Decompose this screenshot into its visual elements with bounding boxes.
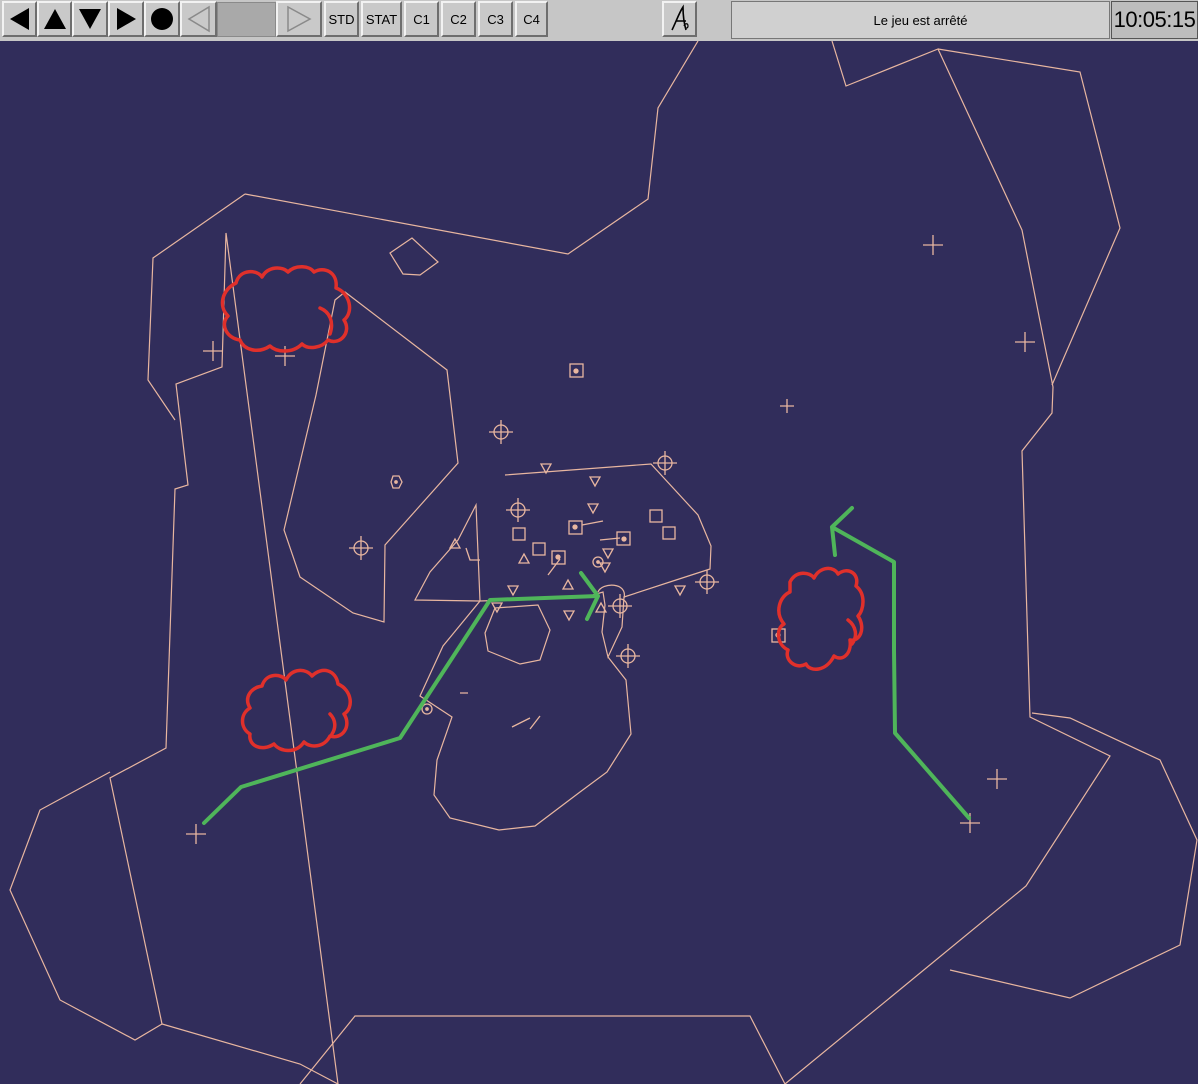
storm-cloud-east	[776, 566, 865, 671]
plus-marker	[923, 235, 943, 255]
inverted-triangle-marker	[586, 503, 600, 515]
south-sector	[299, 1015, 786, 1084]
square-marker	[512, 527, 526, 541]
record-button[interactable]	[144, 1, 180, 37]
crosshair-circle-marker	[489, 420, 513, 444]
crosshair-circle-marker	[695, 570, 719, 594]
clock: 10:05:15	[1111, 1, 1198, 39]
crosshair-circle-marker	[616, 644, 640, 668]
inverted-triangle-marker	[601, 548, 615, 560]
crosshair-circle-marker	[653, 451, 677, 475]
play-button[interactable]	[108, 1, 144, 37]
route-southwest	[202, 571, 600, 825]
c4-button[interactable]: C4	[515, 1, 548, 37]
triangle-marker	[561, 578, 575, 590]
triangle-right-icon	[117, 8, 136, 30]
std-button[interactable]: STD	[324, 1, 359, 37]
plus-marker	[960, 813, 980, 833]
radar-map[interactable]	[0, 41, 1198, 1084]
scroll-right-button[interactable]	[276, 1, 322, 37]
storm-cloud-northwest	[220, 265, 352, 353]
hexagon-marker	[390, 475, 403, 489]
inverted-triangle-marker	[562, 610, 576, 622]
plus-marker	[780, 399, 794, 413]
stat-button[interactable]: STAT	[361, 1, 402, 37]
rewind-button[interactable]	[2, 1, 37, 37]
font-tool-button[interactable]	[662, 1, 697, 37]
crosshair-circle-marker	[608, 594, 632, 618]
east-sector	[949, 712, 1198, 999]
square-marker	[532, 542, 546, 556]
record-circle-icon	[151, 8, 173, 30]
plus-marker	[186, 824, 206, 844]
restricted-zone	[484, 604, 551, 665]
script-letter-a-icon	[670, 4, 689, 31]
circle-dot-marker	[592, 556, 604, 568]
boxed-dot-marker	[569, 363, 584, 378]
inner-west-sector	[283, 291, 459, 623]
triangle-left-icon	[9, 8, 29, 30]
northwest-sector	[147, 193, 246, 421]
scroll-track[interactable]	[217, 2, 276, 37]
small-restricted-zone	[389, 237, 439, 276]
inverted-triangle-marker	[588, 476, 602, 488]
plus-marker	[1015, 332, 1035, 352]
crosshair-circle-marker	[349, 536, 373, 560]
scroll-left-button[interactable]	[180, 1, 217, 37]
c1-button[interactable]: C1	[404, 1, 439, 37]
c2-button[interactable]: C2	[441, 1, 476, 37]
outline-right-arrow-icon	[287, 5, 312, 33]
storm-cloud-west	[240, 668, 352, 753]
triangle-down-icon	[79, 9, 101, 29]
boxed-dot-marker	[568, 520, 583, 535]
crosshair-circle-marker	[506, 498, 530, 522]
planned-routes	[202, 506, 971, 825]
toolbar: STD STAT C1 C2 C3 C4 Le jeu est arrêté 1…	[0, 0, 1198, 41]
runway-marker	[460, 520, 621, 730]
west-sector	[9, 771, 163, 1041]
plus-marker	[203, 341, 223, 361]
inverted-triangle-marker	[506, 585, 520, 597]
slow-down-button[interactable]	[72, 1, 108, 37]
square-marker	[662, 526, 676, 540]
northeast-sector	[937, 48, 1121, 386]
plus-marker	[987, 769, 1007, 789]
triangle-up-icon	[43, 9, 66, 29]
navaids	[186, 235, 1035, 844]
square-marker	[649, 509, 663, 523]
game-status: Le jeu est arrêté	[731, 1, 1110, 39]
inverted-triangle-marker	[673, 585, 687, 597]
triangle-marker	[517, 552, 531, 564]
weather-cells	[220, 265, 865, 753]
outline-left-arrow-icon	[187, 5, 210, 33]
route-east	[830, 506, 971, 820]
inverted-triangle-marker	[598, 562, 612, 574]
c3-button[interactable]: C3	[478, 1, 513, 37]
speed-up-button[interactable]	[37, 1, 72, 37]
